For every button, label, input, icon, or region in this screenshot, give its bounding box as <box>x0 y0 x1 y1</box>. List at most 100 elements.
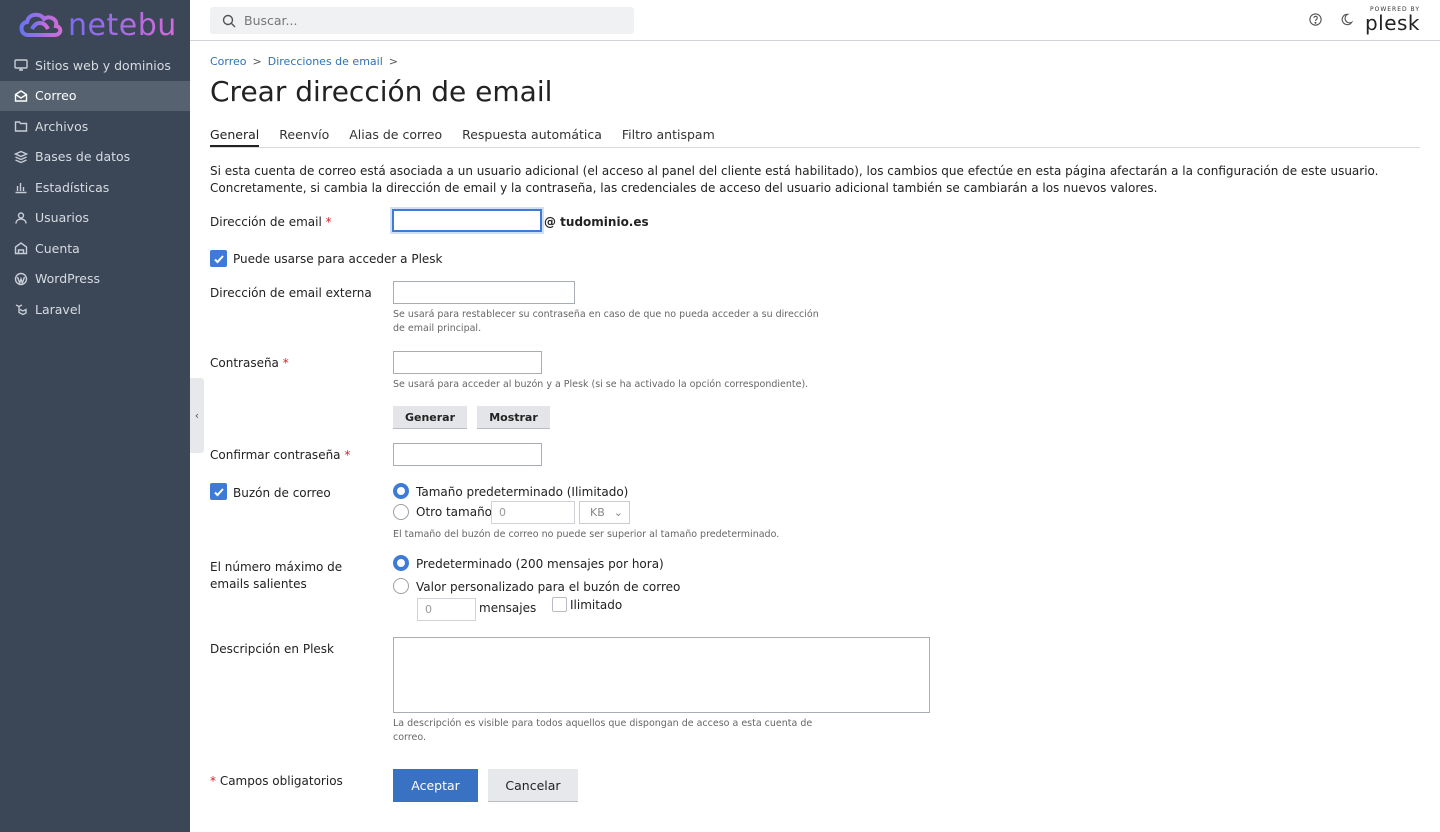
tab-aliases[interactable]: Alias de correo <box>349 127 442 147</box>
header-actions <box>1308 12 1354 27</box>
description-hint: La descripción es visible para todos aqu… <box>393 718 813 743</box>
chevron-left-icon: ‹ <box>194 409 200 422</box>
max-emails-custom-radio[interactable] <box>393 578 409 594</box>
sidebar-item-websites[interactable]: Sitios web y dominios <box>0 50 190 81</box>
required-star: * <box>325 215 332 229</box>
sidebar-nav: Sitios web y dominios Correo Archivos Ba… <box>0 50 190 325</box>
sidebar-item-label: Usuarios <box>35 210 90 226</box>
tab-forwarding[interactable]: Reenvío <box>279 127 329 147</box>
sidebar-item-statistics[interactable]: Estadísticas <box>0 172 190 203</box>
breadcrumb-separator: > <box>388 55 398 68</box>
sidebar-item-label: Sitios web y dominios <box>35 57 171 73</box>
moon-icon[interactable] <box>1339 12 1354 27</box>
email-label: Dirección de email * <box>210 215 332 229</box>
intro-text: Si esta cuenta de correo está asociada a… <box>210 164 1379 195</box>
mailbox-default-radio[interactable] <box>393 483 409 499</box>
breadcrumb-email-addresses[interactable]: Direcciones de email <box>268 55 383 68</box>
breadcrumb-separator: > <box>252 55 262 68</box>
mailbox-other-label: Otro tamaño <box>416 505 493 519</box>
search-input[interactable]: Buscar... <box>210 7 634 34</box>
required-fields-note: * Campos obligatorios <box>210 774 343 788</box>
external-email-hint: Se usará para restablecer su contraseña … <box>393 309 819 334</box>
sidebar-item-users[interactable]: Usuarios <box>0 203 190 234</box>
sidebar-item-label: Laravel <box>35 301 81 317</box>
sidebar-item-label: Estadísticas <box>35 179 110 195</box>
page-title: Crear dirección de email <box>210 75 553 108</box>
mailbox-default-label: Tamaño predeterminado (Ilimitado) <box>416 485 629 499</box>
breadcrumb: Correo > Direcciones de email > <box>210 55 398 68</box>
sidebar-item-label: Cuenta <box>35 240 80 256</box>
top-header: Buscar... POWERED BY plesk <box>190 0 1440 41</box>
sidebar-item-mail[interactable]: Correo <box>0 80 190 111</box>
required-star: * <box>282 356 289 370</box>
user-icon <box>14 211 28 225</box>
unlimited-checkbox[interactable] <box>552 597 567 612</box>
mailbox-checkbox[interactable] <box>210 483 227 500</box>
monitor-icon <box>14 58 28 72</box>
sidebar-item-laravel[interactable]: Laravel <box>0 294 190 325</box>
plesk-logo: POWERED BY plesk <box>1365 6 1420 33</box>
sidebar: netebu Sitios web y dominios Correo Arch… <box>0 0 190 832</box>
cloud-logo-icon <box>16 9 64 41</box>
max-emails-input[interactable]: 0 <box>417 598 476 621</box>
mailbox-size-value: 0 <box>499 506 506 519</box>
max-emails-default-radio[interactable] <box>393 555 409 571</box>
description-label: Descripción en Plesk <box>210 642 335 656</box>
generate-button[interactable]: Generar <box>393 406 467 429</box>
accept-button[interactable]: Aceptar <box>393 769 478 802</box>
unlimited-label: Ilimitado <box>570 598 623 612</box>
mailbox-size-input[interactable]: 0 <box>491 501 575 524</box>
tab-bar: General Reenvío Alias de correo Respuest… <box>210 127 1420 148</box>
chevron-down-icon: ⌄ <box>613 506 623 519</box>
max-emails-label: El número máximo de emails salientes <box>210 560 343 591</box>
breadcrumb-mail[interactable]: Correo <box>210 55 247 68</box>
required-star: * <box>210 774 216 788</box>
mailbox-other-radio[interactable] <box>393 504 409 520</box>
confirm-password-input[interactable] <box>393 443 542 466</box>
confirm-password-label-text: Confirmar contraseña <box>210 448 341 462</box>
sidebar-item-label: Archivos <box>35 118 89 134</box>
bar-chart-icon <box>14 180 28 194</box>
email-input[interactable] <box>392 209 542 232</box>
check-icon <box>213 487 224 496</box>
sidebar-item-account[interactable]: Cuenta <box>0 233 190 264</box>
max-emails-value: 0 <box>425 603 432 616</box>
mailbox-hint: El tamaño del buzón de correo no puede s… <box>393 529 780 540</box>
folder-icon <box>14 119 28 133</box>
sidebar-item-label: WordPress <box>35 271 101 287</box>
tab-spam-filter[interactable]: Filtro antispam <box>622 127 715 147</box>
max-emails-custom-label: Valor personalizado para el buzón de cor… <box>416 580 681 594</box>
plesk-access-checkbox[interactable] <box>210 250 227 267</box>
sidebar-collapse-handle[interactable]: ‹ <box>190 378 204 453</box>
email-label-text: Dirección de email <box>210 215 322 229</box>
external-email-label: Dirección de email externa <box>210 286 372 300</box>
sidebar-item-files[interactable]: Archivos <box>0 111 190 142</box>
help-icon[interactable] <box>1308 12 1323 27</box>
mailbox-unit-select[interactable]: KB ⌄ <box>579 501 630 524</box>
brand-logo[interactable]: netebu <box>0 0 190 50</box>
mailbox-label: Buzón de correo <box>233 486 331 500</box>
required-star: * <box>344 448 351 462</box>
external-email-input[interactable] <box>393 281 575 304</box>
confirm-password-label: Confirmar contraseña * <box>210 448 350 462</box>
sidebar-item-wordpress[interactable]: WordPress <box>0 264 190 295</box>
layers-icon <box>14 150 28 164</box>
show-button[interactable]: Mostrar <box>477 406 550 429</box>
tab-autoresponder[interactable]: Respuesta automática <box>462 127 602 147</box>
sidebar-item-label: Bases de datos <box>35 149 131 165</box>
max-emails-unit: mensajes <box>479 601 537 615</box>
plesk-wordmark: plesk <box>1364 11 1420 35</box>
account-icon <box>14 241 28 255</box>
password-label: Contraseña * <box>210 356 289 370</box>
tab-general[interactable]: General <box>210 127 260 147</box>
description-textarea[interactable] <box>393 637 930 713</box>
plesk-access-label: Puede usarse para acceder a Plesk <box>233 252 443 266</box>
mailbox-unit-value: KB <box>590 506 605 519</box>
search-icon <box>222 14 236 27</box>
password-input[interactable] <box>393 351 542 374</box>
laravel-icon <box>14 302 28 316</box>
cancel-button[interactable]: Cancelar <box>488 769 578 802</box>
domain-suffix: @ tudominio.es <box>544 215 649 229</box>
sidebar-item-databases[interactable]: Bases de datos <box>0 142 190 173</box>
search-placeholder: Buscar... <box>244 13 298 28</box>
